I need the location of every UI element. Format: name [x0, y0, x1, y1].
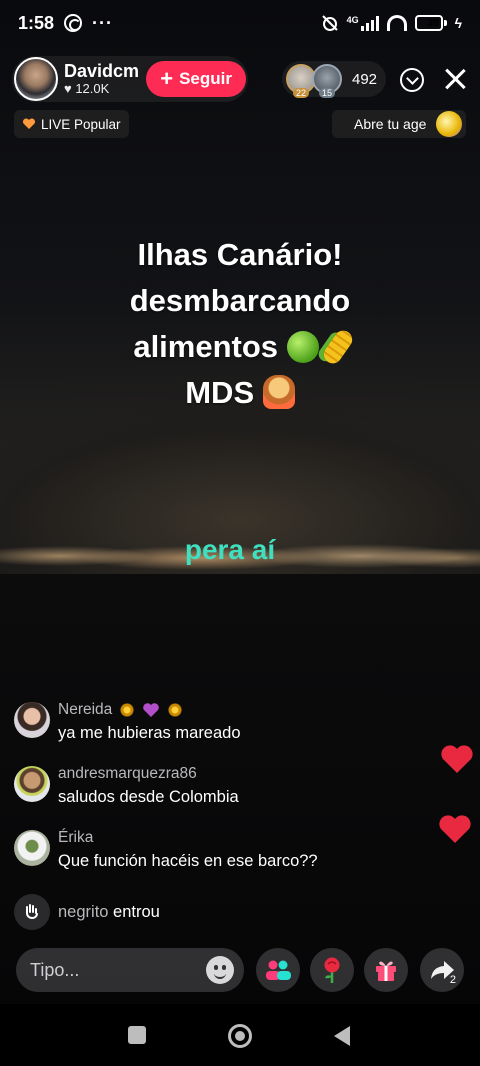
rose-icon: [324, 957, 340, 983]
sparkle-icon: [166, 701, 185, 719]
commenter-name[interactable]: Érika: [58, 828, 93, 848]
rose-gift-button[interactable]: [310, 948, 354, 992]
joined-user[interactable]: negrito: [58, 903, 108, 921]
viewer-rank: 22: [292, 88, 310, 98]
joined-action: entrou: [113, 902, 160, 921]
system-nav-bar: [0, 1004, 480, 1066]
age-sticker-icon: [436, 111, 462, 137]
comment-input[interactable]: [30, 959, 206, 981]
commenter-name[interactable]: andresmarquezra86: [58, 764, 197, 784]
wave-hand-icon: [14, 894, 50, 930]
caption-word: alimentos: [133, 329, 279, 364]
comment-item[interactable]: Nereida ya me hubieras mareado: [14, 700, 414, 744]
comment-item[interactable]: andresmarquezra86 saludos desde Colombia: [14, 764, 414, 808]
viewers-pill[interactable]: 22 15 492: [282, 61, 386, 98]
host-likes: ♥ 12.0K: [64, 81, 110, 96]
host-avatar[interactable]: [14, 57, 58, 101]
green-apple-icon: [286, 331, 319, 363]
plus-icon: +: [160, 66, 174, 91]
heart-icon: [22, 118, 36, 129]
network-type: 4G: [346, 15, 359, 25]
commenter-name[interactable]: Nereida: [58, 700, 112, 720]
back-icon[interactable]: [334, 1026, 350, 1046]
status-bar: 1:58 ··· 4G 39 ϟ: [0, 0, 480, 46]
live-popular-badge[interactable]: LIVE Popular: [14, 110, 129, 138]
viewer-rank: 15: [318, 88, 336, 98]
recents-icon[interactable]: [128, 1026, 146, 1044]
corn-icon: [319, 327, 356, 367]
signal-icon: [360, 15, 379, 31]
host-name: Davidcm: [64, 61, 140, 81]
join-notification: negrito entrou: [14, 894, 160, 930]
top-viewer-avatar[interactable]: 15: [312, 64, 342, 98]
more-notifications-icon: ···: [92, 12, 114, 33]
emoji-icon[interactable]: [206, 956, 234, 984]
video-caption: Ilhas Canário! desmbarcando alimentos MD…: [40, 232, 440, 416]
multi-guest-button[interactable]: [256, 948, 300, 992]
follow-label: Seguir: [179, 69, 232, 88]
live-popular-label: LIVE Popular: [41, 116, 121, 132]
caption-line: alimentos: [40, 324, 440, 370]
battery-icon: 39: [414, 15, 447, 31]
sparkle-icon: [118, 701, 137, 719]
person-gesturing-icon: [262, 375, 295, 409]
age-badge[interactable]: Abre tu age: [332, 110, 466, 138]
commenter-avatar[interactable]: [14, 702, 50, 738]
comment-text: ya me hubieras mareado: [58, 724, 241, 742]
host-info-pill[interactable]: Davidcm ♥ 12.0K + Seguir: [12, 56, 248, 102]
commenter-avatar[interactable]: [14, 830, 50, 866]
comment-text: saludos desde Colombia: [58, 788, 239, 806]
gift-icon: [376, 961, 396, 981]
wifi-icon: [386, 15, 407, 31]
home-icon[interactable]: [228, 1024, 252, 1048]
floating-heart-icon: [439, 815, 471, 843]
share-count: 2: [449, 974, 456, 986]
people-icon: [266, 960, 291, 980]
comment-input-pill[interactable]: [16, 948, 244, 992]
commenter-avatar[interactable]: [14, 766, 50, 802]
video-subtitle: pera aí: [184, 534, 276, 565]
age-label: Abre tu age: [354, 116, 427, 132]
viewer-count: 492: [352, 70, 378, 88]
follow-button[interactable]: + Seguir: [146, 61, 246, 97]
caption-word: MDS: [185, 375, 255, 410]
close-icon[interactable]: [442, 66, 468, 92]
comment-item[interactable]: Érika Que función hacéis en ese barco??: [14, 828, 414, 872]
gift-button[interactable]: [364, 948, 408, 992]
comment-text: Que función hacéis en ese barco??: [58, 852, 318, 870]
chevron-down-icon[interactable]: [400, 68, 424, 92]
charging-icon: ϟ: [454, 15, 462, 31]
caption-line: Ilhas Canário!: [137, 237, 343, 272]
floating-heart-icon: [441, 745, 473, 773]
purple-heart-icon: [143, 703, 160, 717]
alarm-off-icon: [321, 15, 338, 31]
share-button[interactable]: 2: [420, 948, 464, 992]
whatsapp-icon: [64, 14, 83, 32]
caption-line: MDS: [40, 370, 440, 416]
caption-line: desmbarcando: [129, 283, 351, 318]
status-time: 1:58: [18, 12, 55, 33]
